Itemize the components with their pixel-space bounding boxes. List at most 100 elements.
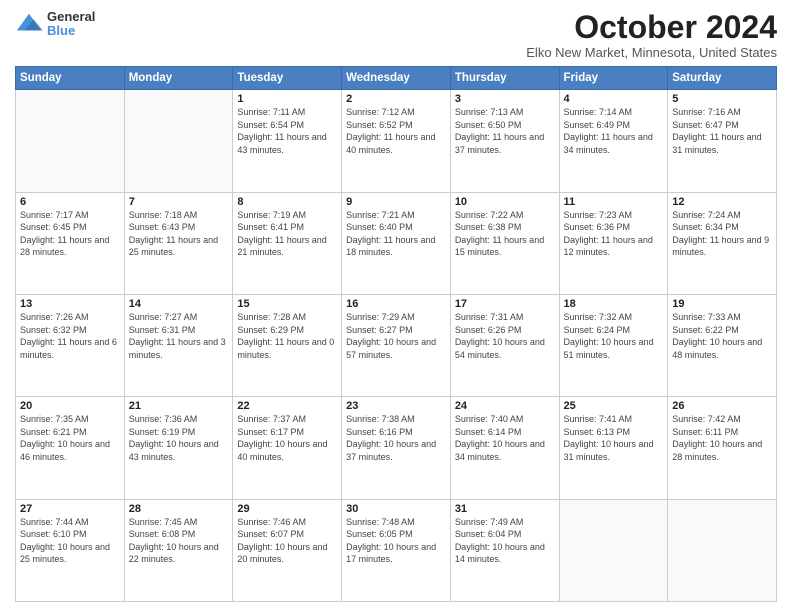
col-thursday: Thursday [450,67,559,90]
table-row: 14Sunrise: 7:27 AM Sunset: 6:31 PM Dayli… [124,294,233,396]
day-info: Sunrise: 7:41 AM Sunset: 6:13 PM Dayligh… [564,413,664,463]
table-row: 6Sunrise: 7:17 AM Sunset: 6:45 PM Daylig… [16,192,125,294]
day-number: 13 [20,298,120,310]
table-row: 3Sunrise: 7:13 AM Sunset: 6:50 PM Daylig… [450,90,559,192]
day-number: 17 [455,298,555,310]
day-number: 7 [129,196,229,208]
table-row: 23Sunrise: 7:38 AM Sunset: 6:16 PM Dayli… [342,397,451,499]
day-number: 27 [20,503,120,515]
day-info: Sunrise: 7:12 AM Sunset: 6:52 PM Dayligh… [346,106,446,156]
col-wednesday: Wednesday [342,67,451,90]
table-row: 29Sunrise: 7:46 AM Sunset: 6:07 PM Dayli… [233,499,342,601]
table-row [124,90,233,192]
day-info: Sunrise: 7:29 AM Sunset: 6:27 PM Dayligh… [346,311,446,361]
day-info: Sunrise: 7:31 AM Sunset: 6:26 PM Dayligh… [455,311,555,361]
table-row: 7Sunrise: 7:18 AM Sunset: 6:43 PM Daylig… [124,192,233,294]
day-number: 18 [564,298,664,310]
day-number: 12 [672,196,772,208]
day-number: 22 [237,400,337,412]
day-number: 21 [129,400,229,412]
calendar-header-row: Sunday Monday Tuesday Wednesday Thursday… [16,67,777,90]
table-row: 17Sunrise: 7:31 AM Sunset: 6:26 PM Dayli… [450,294,559,396]
day-info: Sunrise: 7:21 AM Sunset: 6:40 PM Dayligh… [346,209,446,259]
day-number: 4 [564,93,664,105]
day-info: Sunrise: 7:27 AM Sunset: 6:31 PM Dayligh… [129,311,229,361]
header: General Blue October 2024 Elko New Marke… [15,10,777,60]
day-info: Sunrise: 7:42 AM Sunset: 6:11 PM Dayligh… [672,413,772,463]
day-info: Sunrise: 7:38 AM Sunset: 6:16 PM Dayligh… [346,413,446,463]
table-row: 26Sunrise: 7:42 AM Sunset: 6:11 PM Dayli… [668,397,777,499]
day-info: Sunrise: 7:24 AM Sunset: 6:34 PM Dayligh… [672,209,772,259]
day-info: Sunrise: 7:17 AM Sunset: 6:45 PM Dayligh… [20,209,120,259]
day-info: Sunrise: 7:32 AM Sunset: 6:24 PM Dayligh… [564,311,664,361]
table-row: 9Sunrise: 7:21 AM Sunset: 6:40 PM Daylig… [342,192,451,294]
table-row: 11Sunrise: 7:23 AM Sunset: 6:36 PM Dayli… [559,192,668,294]
col-tuesday: Tuesday [233,67,342,90]
table-row: 15Sunrise: 7:28 AM Sunset: 6:29 PM Dayli… [233,294,342,396]
day-number: 15 [237,298,337,310]
day-info: Sunrise: 7:37 AM Sunset: 6:17 PM Dayligh… [237,413,337,463]
table-row: 19Sunrise: 7:33 AM Sunset: 6:22 PM Dayli… [668,294,777,396]
day-number: 6 [20,196,120,208]
day-info: Sunrise: 7:13 AM Sunset: 6:50 PM Dayligh… [455,106,555,156]
day-number: 8 [237,196,337,208]
day-number: 14 [129,298,229,310]
table-row: 22Sunrise: 7:37 AM Sunset: 6:17 PM Dayli… [233,397,342,499]
logo-icon [15,10,43,38]
table-row: 20Sunrise: 7:35 AM Sunset: 6:21 PM Dayli… [16,397,125,499]
title-location: Elko New Market, Minnesota, United State… [526,45,777,60]
table-row: 18Sunrise: 7:32 AM Sunset: 6:24 PM Dayli… [559,294,668,396]
table-row: 28Sunrise: 7:45 AM Sunset: 6:08 PM Dayli… [124,499,233,601]
day-info: Sunrise: 7:49 AM Sunset: 6:04 PM Dayligh… [455,516,555,566]
table-row: 13Sunrise: 7:26 AM Sunset: 6:32 PM Dayli… [16,294,125,396]
col-monday: Monday [124,67,233,90]
day-number: 3 [455,93,555,105]
day-number: 29 [237,503,337,515]
day-info: Sunrise: 7:23 AM Sunset: 6:36 PM Dayligh… [564,209,664,259]
table-row [16,90,125,192]
day-info: Sunrise: 7:40 AM Sunset: 6:14 PM Dayligh… [455,413,555,463]
day-number: 11 [564,196,664,208]
day-info: Sunrise: 7:35 AM Sunset: 6:21 PM Dayligh… [20,413,120,463]
week-row-3: 13Sunrise: 7:26 AM Sunset: 6:32 PM Dayli… [16,294,777,396]
day-number: 20 [20,400,120,412]
logo-blue-text: Blue [47,24,95,38]
day-info: Sunrise: 7:36 AM Sunset: 6:19 PM Dayligh… [129,413,229,463]
col-saturday: Saturday [668,67,777,90]
day-info: Sunrise: 7:18 AM Sunset: 6:43 PM Dayligh… [129,209,229,259]
logo: General Blue [15,10,95,39]
table-row: 2Sunrise: 7:12 AM Sunset: 6:52 PM Daylig… [342,90,451,192]
table-row: 27Sunrise: 7:44 AM Sunset: 6:10 PM Dayli… [16,499,125,601]
col-sunday: Sunday [16,67,125,90]
table-row: 25Sunrise: 7:41 AM Sunset: 6:13 PM Dayli… [559,397,668,499]
day-info: Sunrise: 7:44 AM Sunset: 6:10 PM Dayligh… [20,516,120,566]
day-number: 5 [672,93,772,105]
table-row: 4Sunrise: 7:14 AM Sunset: 6:49 PM Daylig… [559,90,668,192]
logo-text: General Blue [47,10,95,39]
table-row: 10Sunrise: 7:22 AM Sunset: 6:38 PM Dayli… [450,192,559,294]
day-number: 10 [455,196,555,208]
day-info: Sunrise: 7:46 AM Sunset: 6:07 PM Dayligh… [237,516,337,566]
day-number: 2 [346,93,446,105]
table-row [668,499,777,601]
day-number: 23 [346,400,446,412]
day-info: Sunrise: 7:22 AM Sunset: 6:38 PM Dayligh… [455,209,555,259]
col-friday: Friday [559,67,668,90]
week-row-4: 20Sunrise: 7:35 AM Sunset: 6:21 PM Dayli… [16,397,777,499]
table-row: 12Sunrise: 7:24 AM Sunset: 6:34 PM Dayli… [668,192,777,294]
day-number: 9 [346,196,446,208]
day-number: 31 [455,503,555,515]
day-info: Sunrise: 7:19 AM Sunset: 6:41 PM Dayligh… [237,209,337,259]
table-row: 8Sunrise: 7:19 AM Sunset: 6:41 PM Daylig… [233,192,342,294]
table-row: 16Sunrise: 7:29 AM Sunset: 6:27 PM Dayli… [342,294,451,396]
day-info: Sunrise: 7:14 AM Sunset: 6:49 PM Dayligh… [564,106,664,156]
day-info: Sunrise: 7:45 AM Sunset: 6:08 PM Dayligh… [129,516,229,566]
logo-general-text: General [47,10,95,24]
table-row: 24Sunrise: 7:40 AM Sunset: 6:14 PM Dayli… [450,397,559,499]
table-row: 5Sunrise: 7:16 AM Sunset: 6:47 PM Daylig… [668,90,777,192]
table-row: 1Sunrise: 7:11 AM Sunset: 6:54 PM Daylig… [233,90,342,192]
day-number: 19 [672,298,772,310]
title-month: October 2024 [526,10,777,45]
calendar-table: Sunday Monday Tuesday Wednesday Thursday… [15,66,777,602]
day-number: 26 [672,400,772,412]
